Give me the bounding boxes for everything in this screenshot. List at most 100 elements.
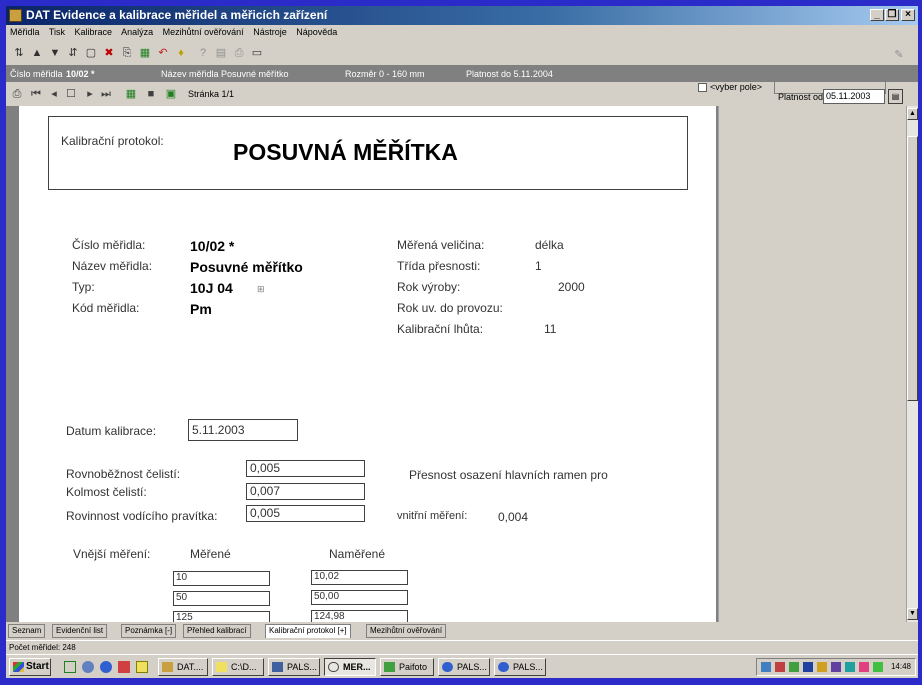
network-icon[interactable] bbox=[761, 662, 771, 672]
report-page: Kalibrační protokol: POSUVNÁ MĚŘÍTKA Čís… bbox=[19, 106, 716, 622]
window-title: DAT Evidence a kalibrace měřidel a měřic… bbox=[26, 8, 328, 22]
menu-napoveda[interactable]: Nápověda bbox=[296, 27, 337, 37]
print-icon[interactable]: ⎙ bbox=[10, 87, 24, 101]
calendar-icon[interactable]: ▤ bbox=[214, 46, 228, 60]
help-icon[interactable]: ? bbox=[196, 46, 210, 60]
undo-icon[interactable]: ↶ bbox=[156, 46, 170, 60]
toolbar: ⇅ ▲ ▼ ⇵ ▢ ✖ ⎘ ▦ ↶ ♦ ? ▤ ⎙ ▭ <vyber pole>… bbox=[6, 40, 918, 94]
keyboard-icon[interactable] bbox=[803, 662, 813, 672]
tab-kalibracni-protokol[interactable]: Kalibrační protokol [+] bbox=[265, 624, 351, 638]
merena-velicina-label: Měřená veličina: bbox=[397, 238, 485, 252]
kod-meridla-value: Pm bbox=[190, 301, 212, 317]
vertical-scrollbar[interactable]: ▲ ▼ bbox=[906, 106, 918, 622]
print-icon[interactable]: ⎙ bbox=[232, 46, 246, 60]
kolmost-label: Kolmost čelistí: bbox=[66, 485, 147, 499]
last-page-icon[interactable]: ⏭ bbox=[100, 87, 112, 101]
scroll-down-icon[interactable]: ▼ bbox=[907, 608, 918, 620]
menu-meridla[interactable]: Měřidla bbox=[10, 27, 40, 37]
ie-icon[interactable] bbox=[100, 661, 112, 673]
folder-icon[interactable] bbox=[136, 661, 148, 673]
antivirus-icon[interactable] bbox=[775, 662, 785, 672]
outlook-icon[interactable] bbox=[82, 661, 94, 673]
copy-icon[interactable]: ⎘ bbox=[120, 46, 134, 60]
first-page-icon[interactable]: ⏮ bbox=[30, 87, 42, 101]
grid-icon: ⊞ bbox=[257, 284, 265, 294]
window-icon bbox=[272, 662, 283, 672]
window-icon[interactable]: ▭ bbox=[250, 46, 264, 60]
taskbar: Start DAT.... C:\D... PALS... MER... Pai… bbox=[6, 654, 918, 678]
delete-icon[interactable]: ✖ bbox=[102, 46, 116, 60]
menu-analyza[interactable]: Analýza bbox=[121, 27, 153, 37]
close-button[interactable]: × bbox=[901, 9, 915, 21]
merena-velicina-value: délka bbox=[535, 238, 564, 252]
title-bar: DAT Evidence a kalibrace měřidel a měřic… bbox=[6, 6, 918, 25]
tray-app-icon[interactable] bbox=[873, 662, 883, 672]
photo-icon bbox=[384, 662, 395, 672]
arrow-up-icon[interactable]: ▲ bbox=[30, 46, 44, 60]
new-record-icon[interactable]: ▢ bbox=[84, 46, 98, 60]
app-icon bbox=[9, 9, 22, 22]
nazev-meridla-label: Název měřidla: bbox=[72, 259, 153, 273]
maximize-button[interactable]: ❐ bbox=[885, 9, 899, 21]
vnejsi-mereni-label: Vnější měření: bbox=[73, 547, 151, 561]
zoom-page-icon[interactable]: ▦ bbox=[124, 87, 138, 101]
prev-page-icon[interactable]: ◂ bbox=[48, 87, 60, 101]
kalibracni-lhuta-label: Kalibrační lhůta: bbox=[397, 322, 484, 336]
status-bar: Počet měřidel: 248 bbox=[6, 640, 918, 654]
tab-poznamka[interactable]: Poznámka [-] bbox=[121, 624, 177, 638]
arrow-down-icon[interactable]: ▼ bbox=[48, 46, 62, 60]
platnost-od-input[interactable]: 05.11.2003 bbox=[823, 89, 885, 104]
tab-evidencni-list[interactable]: Evidenční list bbox=[52, 624, 108, 638]
task-dat[interactable]: DAT.... bbox=[158, 658, 208, 676]
menu-mezihutni[interactable]: Mezihůtní ověřování bbox=[163, 27, 244, 37]
trida-presnosti-value: 1 bbox=[535, 259, 542, 273]
menu-bar: Měřidla Tisk Kalibrace Analýza Mezihůtní… bbox=[6, 25, 918, 40]
tray-app-icon[interactable] bbox=[859, 662, 869, 672]
calendar-icon[interactable]: ▤ bbox=[888, 89, 903, 104]
nazev-info: Název měřidla Posuvné měřítko bbox=[161, 69, 289, 79]
menu-nastroje[interactable]: Nástroje bbox=[253, 27, 287, 37]
task-paifoto[interactable]: Paifoto bbox=[380, 658, 434, 676]
task-explorer[interactable]: C:\D... bbox=[212, 658, 264, 676]
tray-app-icon[interactable] bbox=[831, 662, 841, 672]
scroll-thumb[interactable] bbox=[907, 136, 918, 401]
tab-seznam[interactable]: Seznam bbox=[8, 624, 46, 638]
multi-page-icon[interactable]: ▣ bbox=[164, 87, 178, 101]
datum-kalibrace-field: 5.11.2003 bbox=[188, 419, 298, 441]
task-mer[interactable]: MER... bbox=[324, 658, 376, 676]
nazev-meridla-value: Posuvné měřítko bbox=[190, 259, 303, 275]
merene-cell: 10 bbox=[173, 571, 270, 586]
scroll-up-icon[interactable]: ▲ bbox=[907, 108, 918, 120]
col-merene-header: Měřené bbox=[190, 547, 231, 561]
two-pages-icon[interactable]: ■ bbox=[144, 87, 158, 101]
folder-icon bbox=[216, 662, 227, 672]
merene-cell: 125 bbox=[173, 611, 270, 622]
tray-app-icon[interactable] bbox=[845, 662, 855, 672]
tab-prehled-kalibraci[interactable]: Přehled kalibrací bbox=[183, 624, 251, 638]
protocol-label: Kalibrační protokol: bbox=[61, 134, 164, 148]
col-namerene-header: Naměřené bbox=[329, 547, 386, 561]
sort-desc-icon[interactable]: ⇵ bbox=[66, 46, 80, 60]
desktop-icon[interactable] bbox=[64, 661, 76, 673]
trida-presnosti-label: Třída přesnosti: bbox=[397, 259, 481, 273]
app-icon[interactable] bbox=[118, 661, 130, 673]
light-bulb-icon[interactable]: ♦ bbox=[174, 46, 188, 60]
one-page-icon[interactable]: ☐ bbox=[64, 87, 78, 101]
next-page-icon[interactable]: ▸ bbox=[84, 87, 96, 101]
tray-app-icon[interactable] bbox=[817, 662, 827, 672]
right-panel bbox=[718, 106, 906, 622]
menu-kalibrace[interactable]: Kalibrace bbox=[75, 27, 113, 37]
tab-mezihutni-overovani[interactable]: Mezihůtní ověřování bbox=[366, 624, 447, 638]
task-pals-2[interactable]: PALS... bbox=[438, 658, 490, 676]
volume-icon[interactable] bbox=[789, 662, 799, 672]
export-icon[interactable]: ▦ bbox=[138, 46, 152, 60]
task-pals-3[interactable]: PALS... bbox=[494, 658, 546, 676]
pencil-icon[interactable]: ✎ bbox=[892, 48, 906, 62]
menu-tisk[interactable]: Tisk bbox=[49, 27, 65, 37]
sort-asc-icon[interactable]: ⇅ bbox=[12, 46, 26, 60]
rovinnost-field: 0,005 bbox=[246, 505, 365, 522]
start-button[interactable]: Start bbox=[9, 658, 51, 676]
tab-strip: Seznam Evidenční list Poznámka [-] Přehl… bbox=[6, 624, 918, 638]
task-pals-1[interactable]: PALS... bbox=[268, 658, 320, 676]
minimize-button[interactable]: _ bbox=[870, 9, 884, 21]
